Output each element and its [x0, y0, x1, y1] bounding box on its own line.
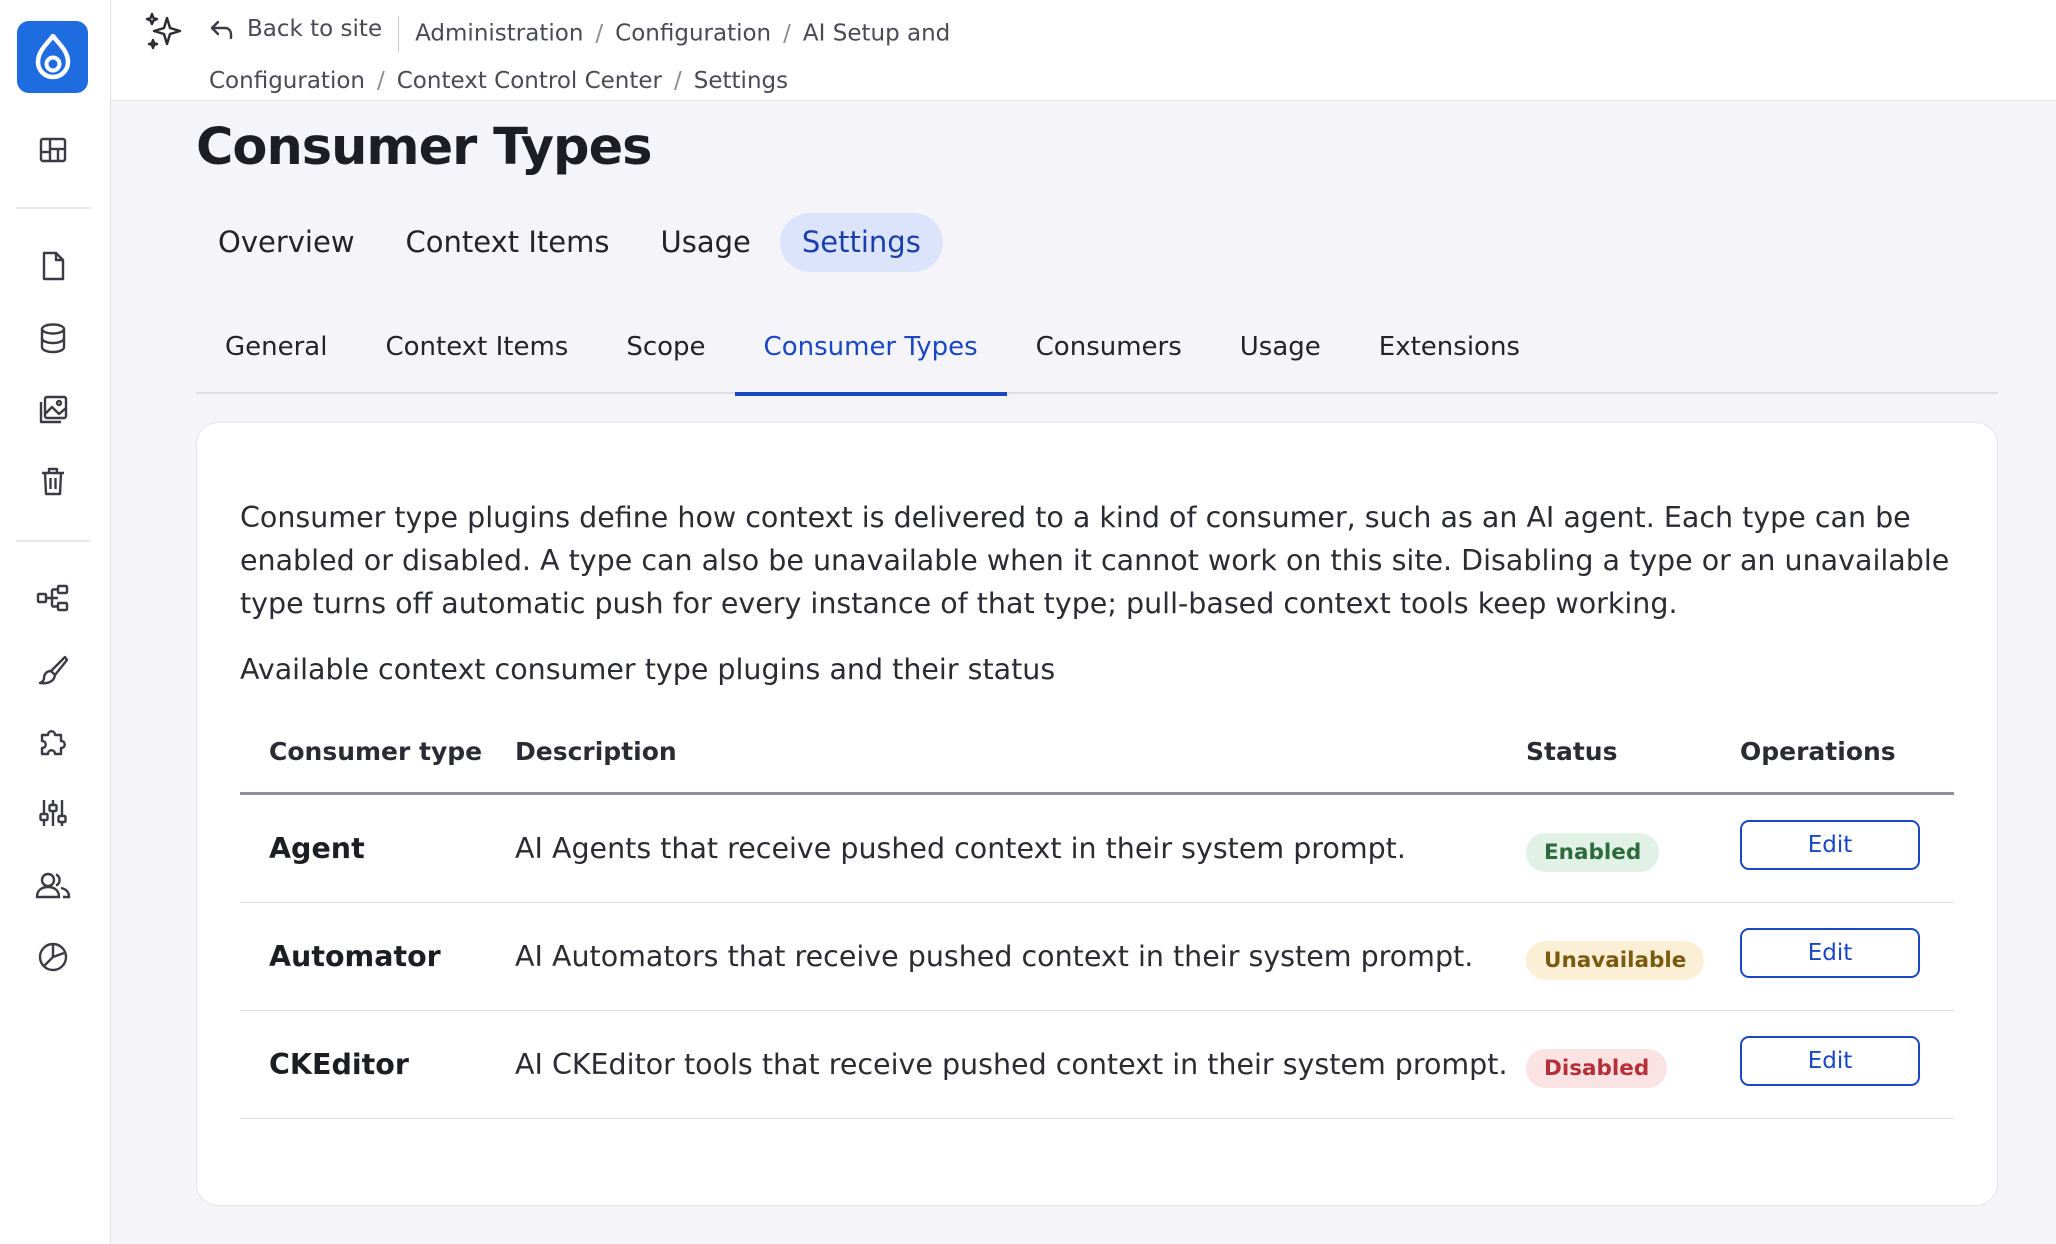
primary-tabs: Overview Context Items Usage Settings — [196, 213, 950, 272]
tab-usage[interactable]: Usage — [639, 213, 773, 272]
configuration-sliders-icon[interactable] — [33, 793, 73, 833]
breadcrumb: Back to site Administration / Configuration… — [209, 6, 1109, 105]
top-bar: Back to site Administration / Configuration… — [111, 0, 2056, 101]
structure-icon[interactable] — [33, 578, 73, 618]
drupal-drop-icon — [35, 34, 70, 80]
status-badge: Enabled — [1526, 833, 1660, 872]
sidebar-divider — [16, 540, 90, 542]
breadcrumb-configuration[interactable]: Configuration — [615, 21, 771, 47]
subtab-general[interactable]: General — [196, 306, 356, 394]
trash-icon[interactable] — [33, 461, 73, 501]
subtab-extensions[interactable]: Extensions — [1350, 306, 1549, 394]
media-icon[interactable] — [33, 390, 73, 430]
ai-sparkle-icon[interactable] — [143, 10, 187, 54]
content-card: Consumer type plugins define how context… — [196, 422, 1998, 1206]
consumer-types-table: Consumer type Description Status Operati… — [240, 711, 1954, 1119]
database-icon[interactable] — [33, 318, 73, 358]
edit-button[interactable]: Edit — [1740, 928, 1920, 978]
table-row: Agent AI Agents that receive pushed cont… — [240, 795, 1954, 903]
breadcrumb-administration[interactable]: Administration — [415, 21, 583, 47]
subtab-context-items[interactable]: Context Items — [356, 306, 597, 394]
breadcrumb-separator: / — [674, 67, 682, 94]
header-status: Status — [1526, 737, 1618, 766]
header-description: Description — [515, 737, 677, 766]
subtab-usage[interactable]: Usage — [1211, 306, 1350, 394]
page-title: Consumer Types — [196, 118, 653, 177]
dashboard-icon[interactable] — [33, 130, 73, 170]
consumer-type-description: AI CKEditor tools that receive pushed co… — [515, 1048, 1508, 1081]
drupal-logo[interactable] — [17, 21, 88, 93]
table-header: Consumer type Description Status Operati… — [240, 711, 1954, 795]
tab-settings[interactable]: Settings — [779, 213, 943, 272]
subtab-scope[interactable]: Scope — [597, 306, 734, 394]
breadcrumb-settings[interactable]: Settings — [694, 68, 788, 94]
subtab-consumer-types[interactable]: Consumer Types — [734, 306, 1007, 396]
appearance-brush-icon[interactable] — [33, 650, 73, 690]
consumer-type-name: Agent — [269, 832, 365, 865]
extend-puzzle-icon[interactable] — [33, 722, 73, 762]
table-row: CKEditor AI CKEditor tools that receive … — [240, 1011, 1954, 1119]
people-icon[interactable] — [33, 865, 73, 905]
status-badge: Disabled — [1526, 1049, 1668, 1088]
admin-sidebar — [0, 0, 111, 1244]
breadcrumb-separator: / — [783, 20, 791, 47]
breadcrumb-separator: / — [376, 67, 385, 94]
status-badge: Unavailable — [1526, 941, 1705, 980]
breadcrumb-separator: / — [595, 20, 604, 47]
back-arrow-icon — [210, 20, 233, 39]
page-description: Consumer type plugins define how context… — [240, 501, 1950, 620]
consumer-type-name: CKEditor — [269, 1048, 409, 1081]
content-icon[interactable] — [33, 246, 73, 286]
header-consumer-type: Consumer type — [269, 737, 483, 766]
tab-overview[interactable]: Overview — [196, 213, 377, 272]
back-to-site-link[interactable]: Back to site — [209, 6, 382, 53]
consumer-type-name: Automator — [269, 940, 441, 973]
secondary-tabs: General Context Items Scope Consumer Typ… — [196, 306, 1998, 396]
reports-chart-icon[interactable] — [33, 937, 73, 977]
edit-button[interactable]: Edit — [1740, 1036, 1920, 1086]
back-to-site-label: Back to site — [247, 16, 383, 42]
header-operations: Operations — [1740, 737, 1896, 766]
tab-context-items[interactable]: Context Items — [384, 213, 632, 272]
consumer-type-description: AI Agents that receive pushed context in… — [515, 832, 1406, 865]
subtab-consumers[interactable]: Consumers — [1007, 306, 1211, 394]
edit-button[interactable]: Edit — [1740, 820, 1920, 870]
table-caption: Available context consumer type plugins … — [240, 653, 1056, 686]
breadcrumb-context-control-center[interactable]: Context Control Center — [397, 68, 662, 94]
sidebar-divider — [16, 207, 90, 209]
consumer-type-description: AI Automators that receive pushed contex… — [515, 940, 1474, 973]
breadcrumb-divider — [398, 16, 400, 52]
table-row: Automator AI Automators that receive pus… — [240, 903, 1954, 1011]
